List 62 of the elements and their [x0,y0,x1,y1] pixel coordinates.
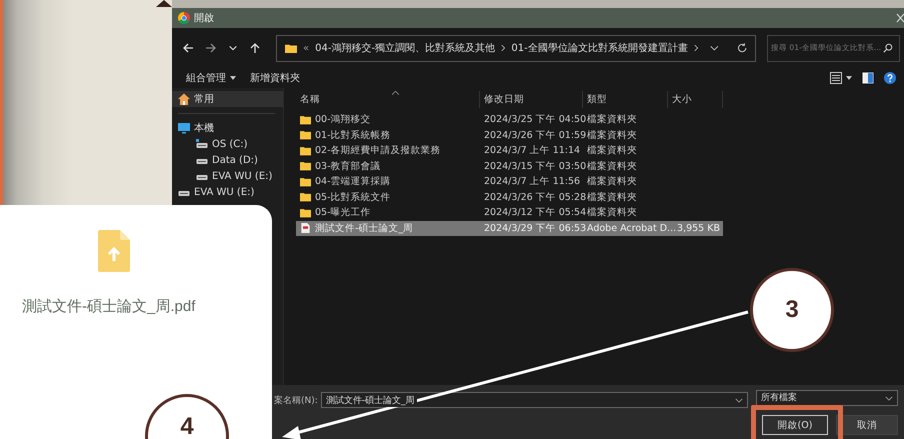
help-icon[interactable] [884,72,896,84]
open-button[interactable]: 開啟(O) [762,415,828,435]
file-row[interactable]: 05-曝光工作 2024/3/12 下午 05:54檔案資料夾 [296,205,723,220]
chevron-down-icon[interactable] [734,398,743,402]
overflow-marker[interactable]: « [303,42,310,54]
chevron-down-icon[interactable] [885,396,893,400]
monitor-icon [178,122,190,134]
view-list-icon[interactable] [830,72,842,84]
file-row[interactable]: 05-比對系統文件 2024/3/26 下午 05:28檔案資料夾 [296,190,723,205]
folder-icon [300,161,311,172]
window-title: 開啟 [194,12,214,25]
column-header[interactable]: 名稱 [296,91,480,108]
sidebar-item[interactable]: 常用 [172,91,283,107]
folder-icon [300,146,311,156]
file-type-dropdown[interactable]: 所有檔案 [756,390,898,406]
file-row[interactable]: 02-各期經費申請及撥款業務 2024/3/7 上午 11:14 檔案資料夾 [296,143,723,158]
preview-pane-icon[interactable] [862,72,874,84]
sidebar-item[interactable]: Data (D:) [172,152,283,168]
file-row[interactable]: 03-教育部會議 2024/3/15 下午 03:50檔案資料夾 [296,158,723,174]
filename-label: 案名稱(N): [274,394,318,406]
file-row[interactable]: 00-鴻翔移交 2024/3/25 下午 04:50檔案資料夾 [296,112,723,128]
file-row[interactable]: 04-雲端運算採購 2024/3/7 上午 11:56 檔案資料夾 [296,174,723,190]
folder-icon [300,176,311,187]
up-arrow-icon[interactable] [249,42,261,54]
file-name: 測試文件-碩士論文_周.pdf [22,297,196,316]
chevron-right-icon[interactable] [501,44,506,52]
folder-icon [300,208,311,218]
sidebar-item[interactable]: EVA WU (E:) [172,184,283,200]
column-header[interactable]: 類型 [583,91,668,108]
breadcrumb-item[interactable]: 01-全國學位論文比對系統開發建置計畫 [511,41,688,55]
organize-menu[interactable]: 組合管理 [184,71,238,85]
forward-icon[interactable] [205,42,217,54]
home-icon [178,93,190,105]
caret-icon [230,76,236,80]
chevron-right-icon[interactable] [694,44,698,52]
address-bar[interactable]: « 04-鴻翔移交-獨立調閱、比對系統及其他 01-全國學位論文比對系統開發建置計畫 [276,34,756,62]
caret-icon[interactable] [846,76,852,80]
file-row[interactable]: 測試文件-碩士論文_周 2024/3/29 下午 06:53Adobe Acrobat D...3,955 KB [296,220,723,236]
pdf-file-icon [300,223,311,234]
close-icon[interactable] [896,13,904,23]
filename-field[interactable]: 測試文件-碩士論文_周 [320,392,748,408]
column-header[interactable]: 大小 [668,91,723,108]
sort-caret-icon [392,91,399,95]
refresh-icon[interactable] [736,42,747,54]
sidebar-item[interactable]: 本機 [172,120,283,136]
folder-icon [300,192,311,202]
sidebar-item[interactable]: OS (C:) [172,136,283,152]
search-icon [883,43,894,53]
cancel-button[interactable]: 取消 [836,415,898,435]
folder-icon [285,42,298,54]
sidebar-item[interactable]: EVA WU (E:) [172,168,283,184]
chevron-down-icon[interactable] [710,44,719,52]
breadcrumb-item[interactable]: 04-鴻翔移交-獨立調閱、比對系統及其他 [315,41,496,55]
drive-icon [196,138,208,150]
file-row[interactable]: 01-比對系統帳務 2024/3/26 下午 01:59檔案資料夾 [296,128,723,143]
folder-icon [300,114,311,125]
file-upload-icon [98,230,130,272]
browser-logo-icon [178,12,190,24]
new-folder-button[interactable]: 新增資料夾 [248,71,302,85]
folder-icon [300,130,311,140]
back-icon[interactable] [182,42,194,54]
column-header[interactable]: 修改日期 [480,91,583,108]
